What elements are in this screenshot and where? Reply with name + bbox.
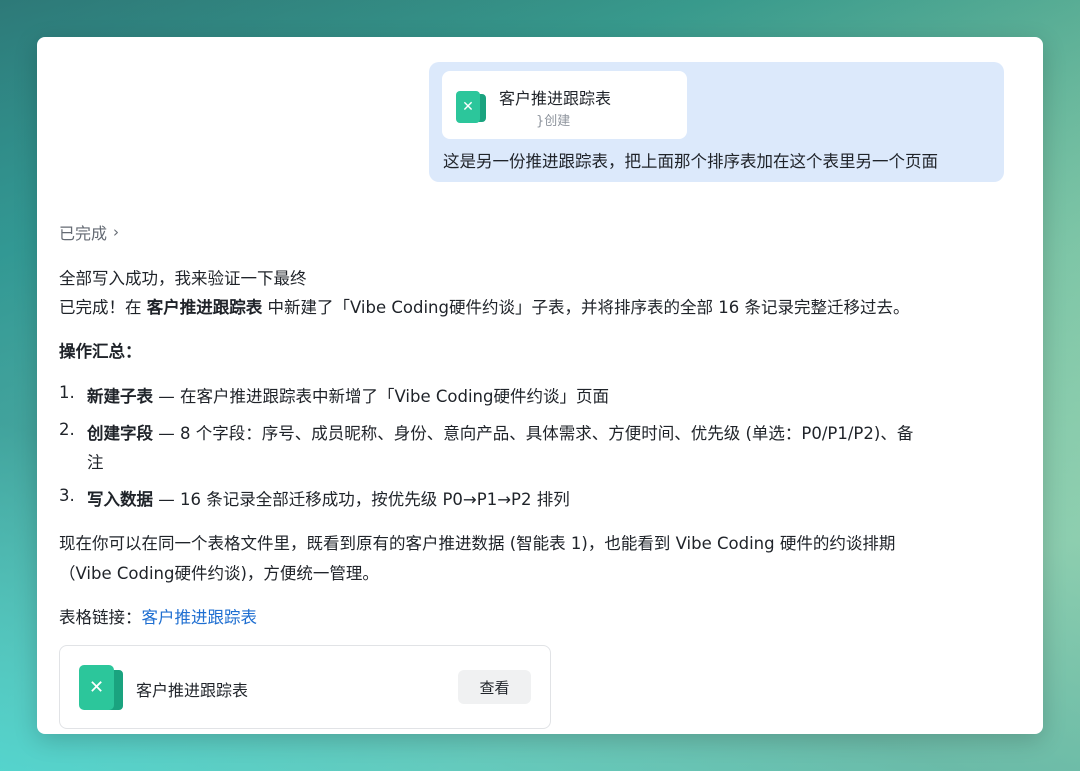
spreadsheet-icon: ✕ xyxy=(456,91,486,123)
summary-prefix: 已完成！在 xyxy=(59,298,147,317)
step-2-number: 2. xyxy=(59,420,75,439)
user-message-bubble: ✕ 客户推进跟踪表 }创建 这是另一份推进跟踪表，把上面那个排序表加在这个表里另… xyxy=(429,62,1004,182)
view-button[interactable]: 查看 xyxy=(458,670,531,704)
step-1-number: 1. xyxy=(59,383,75,402)
step-1-text: — 在客户推进跟踪表中新增了「Vibe Coding硬件约谈」页面 xyxy=(153,387,609,406)
spreadsheet-link[interactable]: 客户推进跟踪表 xyxy=(142,608,258,627)
closing-line-1: 现在你可以在同一个表格文件里，既看到原有的客户推进数据 (智能表 1)，也能看到… xyxy=(59,534,896,553)
spreadsheet-link-card[interactable]: ✕ 客户推进跟踪表 查看 xyxy=(59,645,551,729)
attached-file-title: 客户推进跟踪表 xyxy=(499,89,612,108)
step-3: 写入数据 — 16 条记录全部迁移成功，按优先级 P0→P1→P2 排列 xyxy=(87,486,570,510)
attached-file-subtitle: }创建 xyxy=(536,114,571,129)
status-label: 已完成 xyxy=(59,224,108,243)
summary-line: 已完成！在 客户推进跟踪表 中新建了「Vibe Coding硬件约谈」子表，并将… xyxy=(59,294,909,318)
step-2-title: 创建字段 xyxy=(87,424,153,443)
summary-file-name: 客户推进跟踪表 xyxy=(146,298,263,317)
attached-file-card[interactable]: ✕ 客户推进跟踪表 }创建 xyxy=(442,71,687,139)
spreadsheet-icon: ✕ xyxy=(79,665,123,710)
step-1: 新建子表 — 在客户推进跟踪表中新增了「Vibe Coding硬件约谈」页面 xyxy=(87,383,609,407)
chat-panel: ✕ 客户推进跟踪表 }创建 这是另一份推进跟踪表，把上面那个排序表加在这个表里另… xyxy=(37,37,1043,734)
step-2: 创建字段 — 8 个字段：序号、成员昵称、身份、意向产品、具体需求、方便时间、优… xyxy=(87,420,913,444)
closing-line-2: （Vibe Coding硬件约谈)，方便统一管理。 xyxy=(59,564,379,583)
link-card-title: 客户推进跟踪表 xyxy=(136,681,249,700)
step-2-continuation: 注 xyxy=(87,453,104,472)
completion-status-toggle[interactable]: 已完成 › xyxy=(59,220,119,244)
step-3-number: 3. xyxy=(59,486,75,505)
step-1-title: 新建子表 xyxy=(87,387,153,406)
user-message-text: 这是另一份推进跟踪表，把上面那个排序表加在这个表里另一个页面 xyxy=(443,152,938,171)
step-3-title: 写入数据 xyxy=(87,490,153,509)
step-3-text: — 16 条记录全部迁移成功，按优先级 P0→P1→P2 排列 xyxy=(153,490,570,509)
summary-suffix: 中新建了「Vibe Coding硬件约谈」子表，并将排序表的全部 16 条记录完… xyxy=(262,298,910,317)
link-line: 表格链接：客户推进跟踪表 xyxy=(59,604,257,628)
link-label: 表格链接： xyxy=(59,608,142,627)
section-title: 操作汇总： xyxy=(59,342,142,361)
step-2-text: — 8 个字段：序号、成员昵称、身份、意向产品、具体需求、方便时间、优先级 (单… xyxy=(153,424,914,443)
chevron-right-icon: › xyxy=(113,223,120,241)
intro-line: 全部写入成功，我来验证一下最终 xyxy=(59,269,307,288)
